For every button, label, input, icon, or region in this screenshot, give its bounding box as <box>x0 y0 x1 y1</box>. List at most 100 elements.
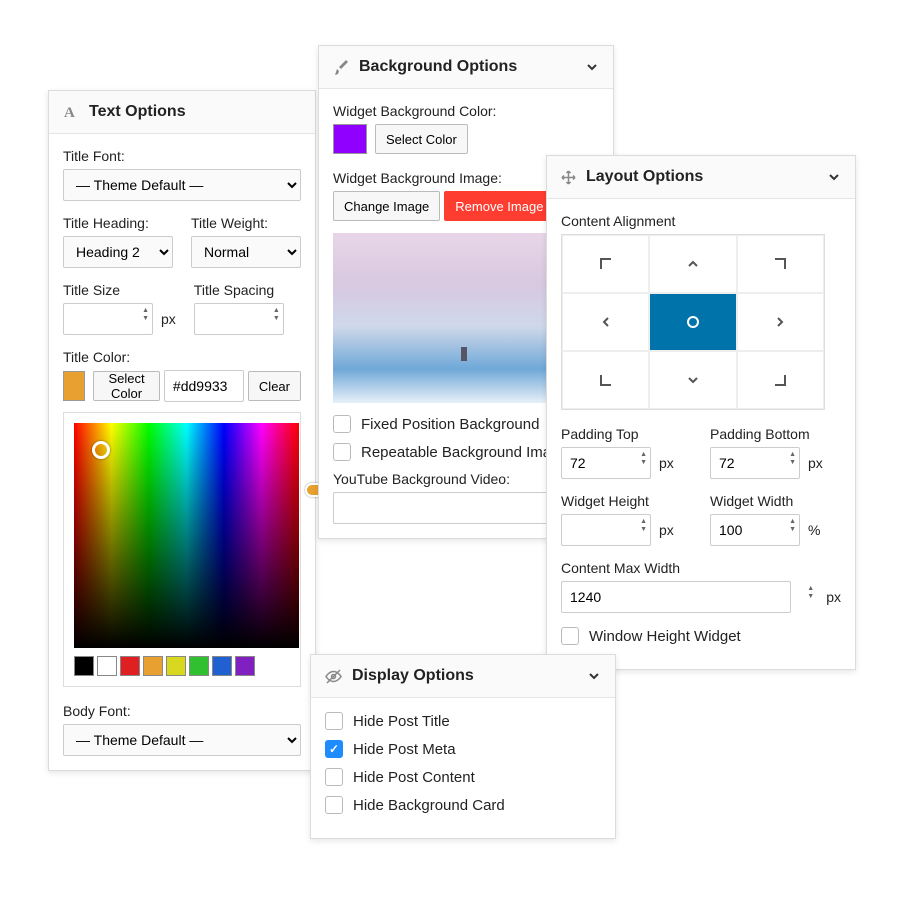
title-heading-select[interactable]: Heading 2 <box>63 236 173 268</box>
checkbox[interactable] <box>325 740 343 758</box>
layout-options-panel: Layout Options Content Alignment Padding… <box>546 155 856 670</box>
color-picker[interactable] <box>74 423 299 648</box>
chevron-down-icon[interactable] <box>587 669 601 683</box>
brush-icon <box>333 59 349 75</box>
padding-top-label: Padding Top <box>561 426 692 442</box>
title-spacing-label: Title Spacing <box>194 282 301 298</box>
content-max-width-input[interactable] <box>561 581 791 613</box>
checkbox[interactable] <box>325 768 343 786</box>
body-font-label: Body Font: <box>63 703 301 719</box>
palette-swatch[interactable] <box>212 656 232 676</box>
panel-title: Display Options <box>352 667 474 685</box>
color-hex-input[interactable] <box>164 370 244 402</box>
title-color-label: Title Color: <box>63 349 301 365</box>
align-middle-center[interactable] <box>649 293 736 351</box>
stepper-icon[interactable]: ▲▼ <box>142 307 149 322</box>
padding-bottom-input[interactable] <box>710 447 800 479</box>
display-option-row[interactable]: Hide Post Content <box>325 768 601 786</box>
bg-color-swatch[interactable] <box>333 124 367 154</box>
title-weight-label: Title Weight: <box>191 215 301 231</box>
title-font-select[interactable]: — Theme Default — <box>63 169 301 201</box>
checkbox-label: Hide Post Content <box>353 769 475 786</box>
display-option-row[interactable]: Hide Post Title <box>325 712 601 730</box>
palette-swatch[interactable] <box>166 656 186 676</box>
clear-color-button[interactable]: Clear <box>248 371 301 401</box>
widget-width-input[interactable] <box>710 514 800 546</box>
widget-height-label: Widget Height <box>561 493 692 509</box>
display-options-header[interactable]: Display Options <box>311 655 615 698</box>
panel-title: Text Options <box>89 103 186 121</box>
text-options-panel: A Text Options Title Font: — Theme Defau… <box>48 90 316 771</box>
stepper-icon[interactable]: ▲▼ <box>807 585 814 600</box>
checkbox-label: Hide Post Meta <box>353 741 456 758</box>
select-color-button[interactable]: Select Color <box>93 371 160 401</box>
palette-swatch[interactable] <box>97 656 117 676</box>
display-options-panel: Display Options Hide Post Title Hide Post… <box>310 654 616 839</box>
widget-height-input[interactable] <box>561 514 651 546</box>
text-options-header[interactable]: A Text Options <box>49 91 315 134</box>
align-bottom-left[interactable] <box>562 351 649 409</box>
palette-swatch[interactable] <box>74 656 94 676</box>
checkbox[interactable] <box>561 627 579 645</box>
px-unit: px <box>826 589 841 605</box>
align-top-right[interactable] <box>737 235 824 293</box>
color-picker-handle[interactable] <box>92 441 110 459</box>
bg-color-label: Widget Background Color: <box>333 103 599 119</box>
change-image-button[interactable]: Change Image <box>333 191 440 221</box>
align-middle-right[interactable] <box>737 293 824 351</box>
px-unit: px <box>161 311 176 327</box>
checkbox[interactable] <box>333 415 351 433</box>
checkbox-label: Hide Post Title <box>353 713 450 730</box>
title-font-label: Title Font: <box>63 148 301 164</box>
px-unit: px <box>808 455 823 471</box>
padding-bottom-label: Padding Bottom <box>710 426 841 442</box>
checkbox-label: Repeatable Background Image <box>361 444 568 461</box>
padding-top-input[interactable] <box>561 447 651 479</box>
title-size-label: Title Size <box>63 282 176 298</box>
palette-swatch[interactable] <box>235 656 255 676</box>
chevron-down-icon[interactable] <box>827 170 841 184</box>
checkbox[interactable] <box>333 443 351 461</box>
checkbox-label: Hide Background Card <box>353 797 505 814</box>
eye-slash-icon <box>325 668 342 685</box>
display-option-row[interactable]: Hide Background Card <box>325 796 601 814</box>
palette-swatch[interactable] <box>120 656 140 676</box>
align-bottom-center[interactable] <box>649 351 736 409</box>
text-icon: A <box>63 104 79 120</box>
title-color-swatch[interactable] <box>63 371 85 401</box>
move-icon <box>561 170 576 185</box>
checkbox[interactable] <box>325 796 343 814</box>
stepper-icon[interactable]: ▲▼ <box>789 518 796 533</box>
align-bottom-right[interactable] <box>737 351 824 409</box>
palette-swatch[interactable] <box>143 656 163 676</box>
layout-options-header[interactable]: Layout Options <box>547 156 855 199</box>
window-height-row[interactable]: Window Height Widget <box>561 627 841 645</box>
align-top-left[interactable] <box>562 235 649 293</box>
widget-width-label: Widget Width <box>710 493 841 509</box>
pct-unit: % <box>808 522 820 538</box>
checkbox[interactable] <box>325 712 343 730</box>
alignment-grid <box>561 234 825 410</box>
select-color-button[interactable]: Select Color <box>375 124 468 154</box>
title-heading-label: Title Heading: <box>63 215 173 231</box>
color-palette <box>74 656 299 676</box>
align-middle-left[interactable] <box>562 293 649 351</box>
stepper-icon[interactable]: ▲▼ <box>640 451 647 466</box>
title-spacing-input[interactable] <box>194 303 284 335</box>
stepper-icon[interactable]: ▲▼ <box>640 518 647 533</box>
align-top-center[interactable] <box>649 235 736 293</box>
stepper-icon[interactable]: ▲▼ <box>273 307 280 322</box>
background-options-header[interactable]: Background Options <box>319 46 613 89</box>
stepper-icon[interactable]: ▲▼ <box>789 451 796 466</box>
title-size-input[interactable] <box>63 303 153 335</box>
checkbox-label: Window Height Widget <box>589 628 741 645</box>
remove-image-button[interactable]: Remove Image <box>444 191 554 221</box>
palette-swatch[interactable] <box>189 656 209 676</box>
chevron-down-icon[interactable] <box>585 60 599 74</box>
title-weight-select[interactable]: Normal <box>191 236 301 268</box>
svg-text:A: A <box>64 105 75 120</box>
px-unit: px <box>659 522 674 538</box>
display-option-row[interactable]: Hide Post Meta <box>325 740 601 758</box>
body-font-select[interactable]: — Theme Default — <box>63 724 301 756</box>
panel-title: Background Options <box>359 58 517 76</box>
